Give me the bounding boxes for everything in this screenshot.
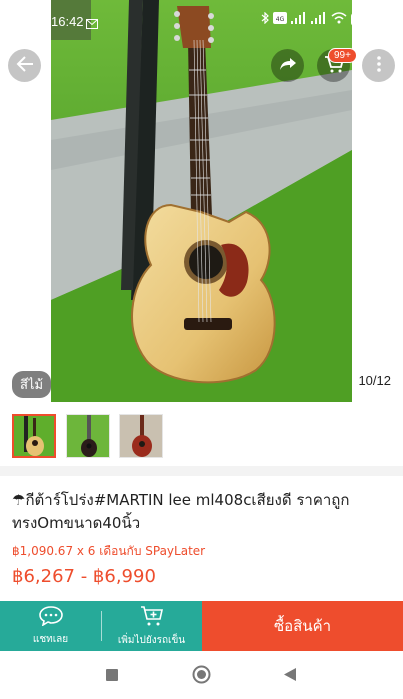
cart-count-badge: 99+ xyxy=(328,48,357,63)
status-time: 16:42 xyxy=(51,14,84,29)
system-nav-bar xyxy=(0,651,403,699)
arrow-left-icon xyxy=(16,55,34,76)
thumbnail-item[interactable] xyxy=(12,414,56,458)
product-image-gallery[interactable]: 16:42 4G 89 99+ สีไม้ 10/12 xyxy=(0,0,403,402)
gmail-icon xyxy=(86,14,98,33)
home-circle-icon[interactable] xyxy=(192,665,211,688)
share-button[interactable] xyxy=(271,49,304,82)
status-bar: 16:42 4G 89 xyxy=(0,0,403,46)
more-vertical-icon xyxy=(376,55,381,76)
more-button[interactable] xyxy=(362,49,395,82)
signal-icon xyxy=(311,12,327,27)
volte-icon: 4G xyxy=(273,12,287,27)
section-divider xyxy=(0,466,403,476)
svg-text:4G: 4G xyxy=(276,16,285,23)
recents-square-icon[interactable] xyxy=(105,667,119,686)
variant-tag[interactable]: สีไม้ xyxy=(12,371,52,398)
thumbnail-strip xyxy=(0,404,403,466)
product-photo[interactable] xyxy=(51,0,352,402)
product-title: ☂กีต้าร์โปร่ง#MARTIN lee ml408cเสียงดี ร… xyxy=(12,491,350,532)
product-price: ฿6,267 - ฿6,990 xyxy=(12,566,156,587)
bluetooth-icon xyxy=(261,11,269,27)
back-triangle-icon[interactable] xyxy=(283,667,297,686)
paylater-installment[interactable]: ฿1,090.67 x 6 เดือนกับ SPayLater xyxy=(12,542,205,561)
add-to-cart-button[interactable]: เพิ่มไปยังรถเข็น xyxy=(101,601,202,651)
add-to-cart-label: เพิ่มไปยังรถเข็น xyxy=(117,634,186,646)
battery-icon: 89 xyxy=(351,13,375,26)
wifi-icon xyxy=(331,12,347,27)
thumbnail-item[interactable] xyxy=(66,414,110,458)
share-icon xyxy=(279,56,297,75)
chat-icon xyxy=(38,605,63,630)
chat-label: แชทเลย xyxy=(32,633,69,645)
signal-icon xyxy=(291,12,307,27)
cart-plus-icon xyxy=(140,605,164,631)
action-bar: แชทเลย เพิ่มไปยังรถเข็น ซื้อสินค้า xyxy=(0,601,403,651)
back-button[interactable] xyxy=(8,49,41,82)
chat-button[interactable]: แชทเลย xyxy=(0,601,101,651)
product-page: 16:42 4G 89 99+ สีไม้ 10/12 ☂กีต้าร์โปร่… xyxy=(0,0,403,699)
image-counter: 10/12 xyxy=(358,373,391,388)
buy-now-button[interactable]: ซื้อสินค้า xyxy=(202,601,403,651)
action-separator xyxy=(101,611,102,641)
buy-now-label: ซื้อสินค้า xyxy=(273,617,332,635)
thumbnail-item[interactable] xyxy=(119,414,163,458)
status-icons: 4G 89 xyxy=(261,11,375,27)
